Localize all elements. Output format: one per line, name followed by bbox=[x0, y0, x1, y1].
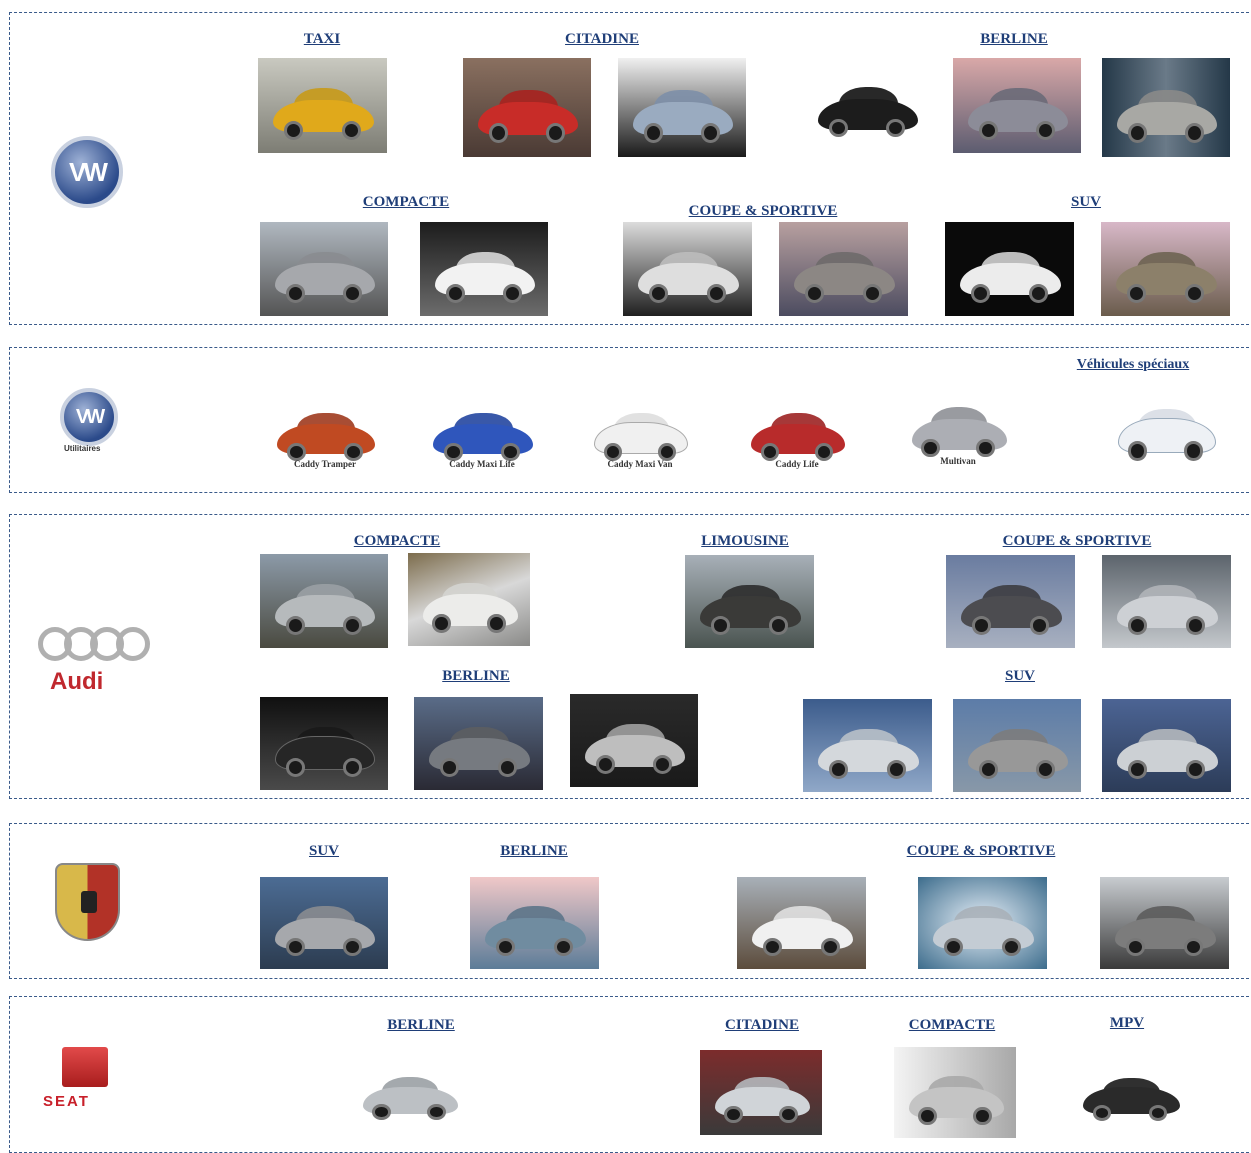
car-image-compacte[interactable] bbox=[894, 1047, 1016, 1138]
audi-rings-icon[interactable] bbox=[38, 627, 150, 661]
car-image-coupe-2[interactable] bbox=[918, 877, 1047, 969]
category-berline[interactable]: BERLINE bbox=[387, 1017, 455, 1034]
category-limousine[interactable]: LIMOUSINE bbox=[701, 533, 789, 550]
category-suv[interactable]: SUV bbox=[309, 843, 339, 860]
category-mpv[interactable]: MPV bbox=[1110, 1015, 1144, 1032]
car-image-mpv[interactable] bbox=[1068, 1052, 1192, 1132]
caption-multivan: Multivan bbox=[940, 456, 976, 466]
category-coupe-sportive[interactable]: COUPE & SPORTIVE bbox=[689, 203, 838, 220]
car-image-coupe-1[interactable] bbox=[623, 222, 752, 316]
vw-mark-icon: VW bbox=[75, 405, 105, 428]
car-image-coupe-3[interactable] bbox=[1100, 877, 1229, 969]
car-image-vehicule-special[interactable] bbox=[1103, 378, 1228, 474]
category-coupe-sportive[interactable]: COUPE & SPORTIVE bbox=[907, 843, 1056, 860]
car-image-compacte-1[interactable] bbox=[260, 222, 388, 316]
car-image-suv-1[interactable] bbox=[803, 699, 932, 792]
volkswagen-utilitaires-logo[interactable]: VW bbox=[60, 388, 118, 446]
car-image-caddy-life[interactable]: Caddy Life bbox=[737, 385, 857, 473]
section-seat bbox=[9, 996, 1249, 1153]
seat-logo-text: SEAT bbox=[43, 1093, 90, 1110]
car-image-berline-3[interactable] bbox=[570, 694, 698, 787]
category-compacte[interactable]: COMPACTE bbox=[909, 1017, 995, 1034]
car-image-coupe-2[interactable] bbox=[1102, 555, 1231, 648]
car-image-berline-1[interactable] bbox=[260, 697, 388, 790]
car-image-coupe-1[interactable] bbox=[737, 877, 866, 969]
ring-icon bbox=[116, 627, 150, 661]
section-porsche bbox=[9, 823, 1249, 979]
car-image-citadine[interactable] bbox=[700, 1050, 822, 1135]
car-image-suv-2[interactable] bbox=[953, 699, 1081, 792]
category-suv[interactable]: SUV bbox=[1005, 668, 1035, 685]
category-berline[interactable]: BERLINE bbox=[500, 843, 568, 860]
category-compacte[interactable]: COMPACTE bbox=[354, 533, 440, 550]
category-coupe-sportive[interactable]: COUPE & SPORTIVE bbox=[1003, 533, 1152, 550]
car-image-berline[interactable] bbox=[470, 877, 599, 969]
car-image-berline[interactable] bbox=[348, 1052, 470, 1131]
category-citadine[interactable]: CITADINE bbox=[565, 31, 639, 48]
category-suv[interactable]: SUV bbox=[1071, 194, 1101, 211]
car-image-berline-3[interactable] bbox=[1102, 58, 1230, 157]
car-image-berline-2[interactable] bbox=[414, 697, 543, 790]
category-berline[interactable]: BERLINE bbox=[442, 668, 510, 685]
car-image-caddy-maxi-van[interactable]: Caddy Maxi Van bbox=[580, 385, 700, 473]
car-image-compacte-1[interactable] bbox=[260, 554, 388, 648]
caption-caddy-maxi-van: Caddy Maxi Van bbox=[607, 459, 673, 469]
vw-mark-icon: VW bbox=[69, 156, 108, 187]
category-berline[interactable]: BERLINE bbox=[980, 31, 1048, 48]
car-image-compacte-2[interactable] bbox=[408, 553, 530, 646]
caption-caddy-tramper: Caddy Tramper bbox=[294, 459, 356, 469]
car-image-caddy-tramper[interactable]: Caddy Tramper bbox=[262, 385, 388, 473]
caption-caddy-life: Caddy Life bbox=[775, 459, 819, 469]
car-image-berline-1[interactable] bbox=[803, 58, 931, 150]
car-image-limousine[interactable] bbox=[685, 555, 814, 648]
caption-caddy-maxi-life: Caddy Maxi Life bbox=[449, 459, 515, 469]
horse-crest-icon bbox=[81, 891, 97, 913]
volkswagen-logo[interactable]: VW bbox=[51, 136, 123, 208]
car-image-citadine-1[interactable] bbox=[463, 58, 591, 157]
car-image-suv-1[interactable] bbox=[945, 222, 1074, 316]
category-citadine[interactable]: CITADINE bbox=[725, 1017, 799, 1034]
car-image-citadine-2[interactable] bbox=[618, 58, 746, 157]
car-image-suv[interactable] bbox=[260, 877, 388, 969]
seat-emblem-icon[interactable] bbox=[62, 1047, 108, 1087]
car-image-suv-2[interactable] bbox=[1101, 222, 1230, 316]
car-image-coupe-2[interactable] bbox=[779, 222, 908, 316]
utilitaires-label: Utilitaires bbox=[64, 444, 101, 453]
audi-logo-text: Audi bbox=[50, 668, 104, 695]
car-image-berline-2[interactable] bbox=[953, 58, 1081, 153]
car-image-taxi[interactable] bbox=[258, 58, 387, 153]
category-compacte[interactable]: COMPACTE bbox=[363, 194, 449, 211]
car-image-multivan[interactable]: Multivan bbox=[897, 378, 1019, 470]
category-taxi[interactable]: TAXI bbox=[304, 31, 340, 48]
category-vehicules-speciaux[interactable]: Véhicules spéciaux bbox=[1077, 357, 1189, 373]
porsche-logo[interactable] bbox=[55, 863, 120, 941]
car-image-suv-3[interactable] bbox=[1102, 699, 1231, 792]
car-image-compacte-2[interactable] bbox=[420, 222, 548, 316]
car-image-coupe-1[interactable] bbox=[946, 555, 1075, 648]
car-image-caddy-maxi-life[interactable]: Caddy Maxi Life bbox=[418, 385, 546, 473]
